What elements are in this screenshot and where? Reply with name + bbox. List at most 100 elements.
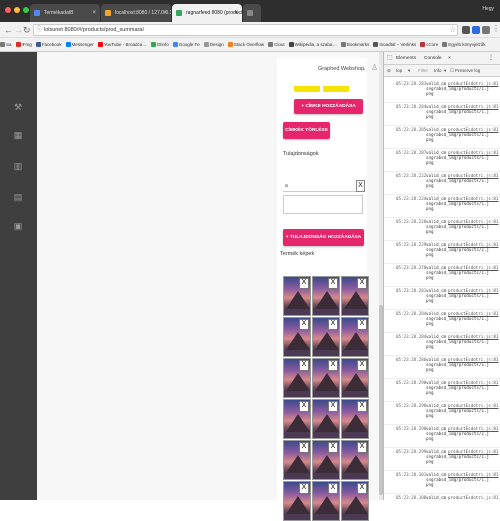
product-image[interactable]: X (283, 399, 311, 439)
grid-icon[interactable]: ▦ (12, 129, 24, 141)
yellow-button[interactable] (294, 86, 320, 92)
bookmark-item[interactable]: Bookmarks (340, 38, 369, 51)
bookmark-item[interactable]: Stack Overflow (227, 38, 264, 51)
remove-image-button[interactable]: X (299, 483, 309, 494)
close-window-button[interactable] (5, 7, 11, 13)
product-image[interactable]: X (312, 276, 340, 316)
property-value-input[interactable] (283, 195, 363, 214)
product-image[interactable]: X (283, 481, 311, 521)
add-tag-button[interactable]: + CÍMKE HOZZÁADÁSA (294, 99, 363, 114)
chevron-down-icon[interactable]: ▾ (408, 65, 410, 77)
bookmark-item[interactable]: Gtinfo (150, 38, 169, 51)
maximize-window-button[interactable] (23, 7, 29, 13)
bookmark-item[interactable]: Egyéb könyvjelzők (442, 38, 485, 51)
remove-image-button[interactable]: X (357, 360, 367, 371)
yellow-button[interactable] (323, 86, 349, 92)
remove-image-button[interactable]: X (328, 360, 338, 371)
bookmark-item[interactable]: Clout (268, 38, 285, 51)
product-image[interactable]: X (341, 399, 369, 439)
remove-image-button[interactable]: X (328, 401, 338, 412)
tools-icon[interactable]: ⚒ (12, 101, 24, 113)
product-image[interactable]: X (283, 358, 311, 398)
forward-arrow-icon[interactable]: → (14, 24, 23, 36)
bookmark-item[interactable]: IFmg (15, 38, 32, 51)
property-key-input[interactable]: a (283, 180, 363, 192)
close-tab-icon[interactable]: × (234, 4, 238, 22)
remove-image-button[interactable]: X (328, 483, 338, 494)
remove-image-button[interactable]: X (328, 442, 338, 453)
inspect-icon[interactable]: ⬚ (387, 52, 393, 65)
product-image[interactable]: X (341, 440, 369, 480)
devtools-menu-icon[interactable]: ⋮ (488, 52, 494, 65)
extension-icon[interactable] (462, 26, 470, 34)
product-image[interactable]: X (283, 276, 311, 316)
delete-tags-button[interactable]: CÍMKÉK TÖRLÉSE (283, 122, 330, 139)
product-image[interactable]: X (312, 399, 340, 439)
remove-image-button[interactable]: X (357, 401, 367, 412)
log-level-select[interactable]: Info (434, 65, 442, 77)
bookmark-item[interactable]: Facebook (35, 38, 62, 51)
clipboard-icon[interactable]: ▣ (12, 220, 24, 232)
chevron-down-icon[interactable]: ▾ (444, 65, 446, 77)
product-image[interactable]: X (341, 481, 369, 521)
remove-image-button[interactable]: X (299, 401, 309, 412)
add-property-button[interactable]: + TULAJDONSÁG HOZZÁADÁSA (283, 229, 364, 246)
preserve-log-checkbox[interactable]: ☐ (450, 65, 454, 77)
bookmark-item[interactable]: Design (203, 38, 224, 51)
browser-tab[interactable]: ragnarfeed 8080 (product/uni…× (172, 4, 242, 22)
brand-name[interactable]: Graphed Webshop (318, 66, 364, 72)
clear-console-icon[interactable]: ⊘ (387, 65, 391, 77)
bookmark-item[interactable]: Wikipédia, a szaba… (288, 38, 337, 51)
remove-image-button[interactable]: X (299, 278, 309, 289)
remove-image-button[interactable]: X (328, 319, 338, 330)
filter-input[interactable]: Filter (418, 65, 428, 77)
product-image[interactable]: X (312, 440, 340, 480)
bar-chart-icon[interactable]: ▥ (12, 160, 24, 172)
profile-name[interactable]: Hegy (482, 6, 494, 12)
product-image[interactable]: X (283, 317, 311, 357)
close-tab-icon[interactable]: × (92, 4, 96, 22)
bookmark-item[interactable]: Inoadtal – Verlinks (373, 38, 416, 51)
browser-tab[interactable]: TermékadatB × (30, 4, 100, 22)
close-tab-icon[interactable]: × (163, 4, 167, 22)
console-log-row: 05:23:28.298 valid_cm productEsdotri.js:81… (384, 425, 500, 448)
extension-icon[interactable] (482, 26, 490, 34)
remove-image-button[interactable]: X (357, 319, 367, 330)
extension-icon[interactable] (472, 26, 480, 34)
chevron-down-icon[interactable]: ⌄ (362, 66, 366, 72)
remove-image-button[interactable]: X (299, 442, 309, 453)
product-image[interactable]: X (312, 358, 340, 398)
back-arrow-icon[interactable]: ← (4, 24, 13, 36)
remove-image-button[interactable]: X (357, 483, 367, 494)
bookmark-item[interactable]: Google Fe (172, 38, 200, 51)
remove-image-button[interactable]: X (357, 278, 367, 289)
browser-tab[interactable] (243, 4, 261, 22)
bookmark-item[interactable]: Sa (0, 38, 12, 51)
product-image[interactable]: X (341, 276, 369, 316)
product-image[interactable]: X (341, 317, 369, 357)
remove-image-button[interactable]: X (328, 278, 338, 289)
remove-image-button[interactable]: X (299, 360, 309, 371)
reload-icon[interactable]: ↻ (23, 24, 31, 36)
site-info-icon[interactable]: ⓘ (36, 25, 42, 35)
product-image[interactable]: X (283, 440, 311, 480)
browser-tab[interactable]: localhost:8080 / 127.0.0.1 | …× (101, 4, 171, 22)
browser-menu-icon[interactable]: ⋮ (492, 24, 500, 33)
address-bar[interactable]: ⓘ lolsunet 8080/#/products/prod_summaral (33, 24, 458, 36)
bookmark-item[interactable]: cCore (420, 38, 438, 51)
remove-image-button[interactable]: X (299, 319, 309, 330)
book-icon[interactable]: ▤ (12, 191, 24, 203)
product-image[interactable]: X (341, 358, 369, 398)
bookmark-item[interactable]: Messenger (65, 38, 94, 51)
devtools-tab-elements[interactable]: Elements (396, 52, 416, 65)
log-value-line: png (426, 344, 434, 350)
product-image[interactable]: X (312, 317, 340, 357)
context-select[interactable]: top (396, 65, 402, 77)
bookmark-item[interactable]: YouTube - Broadca… (97, 38, 147, 51)
remove-property-button[interactable]: X (356, 180, 365, 192)
product-image[interactable]: X (312, 481, 340, 521)
remove-image-button[interactable]: X (357, 442, 367, 453)
close-tab-icon[interactable]: × (448, 52, 451, 65)
minimize-window-button[interactable] (14, 7, 20, 13)
bookmark-star-icon[interactable]: ☆ (449, 25, 456, 34)
